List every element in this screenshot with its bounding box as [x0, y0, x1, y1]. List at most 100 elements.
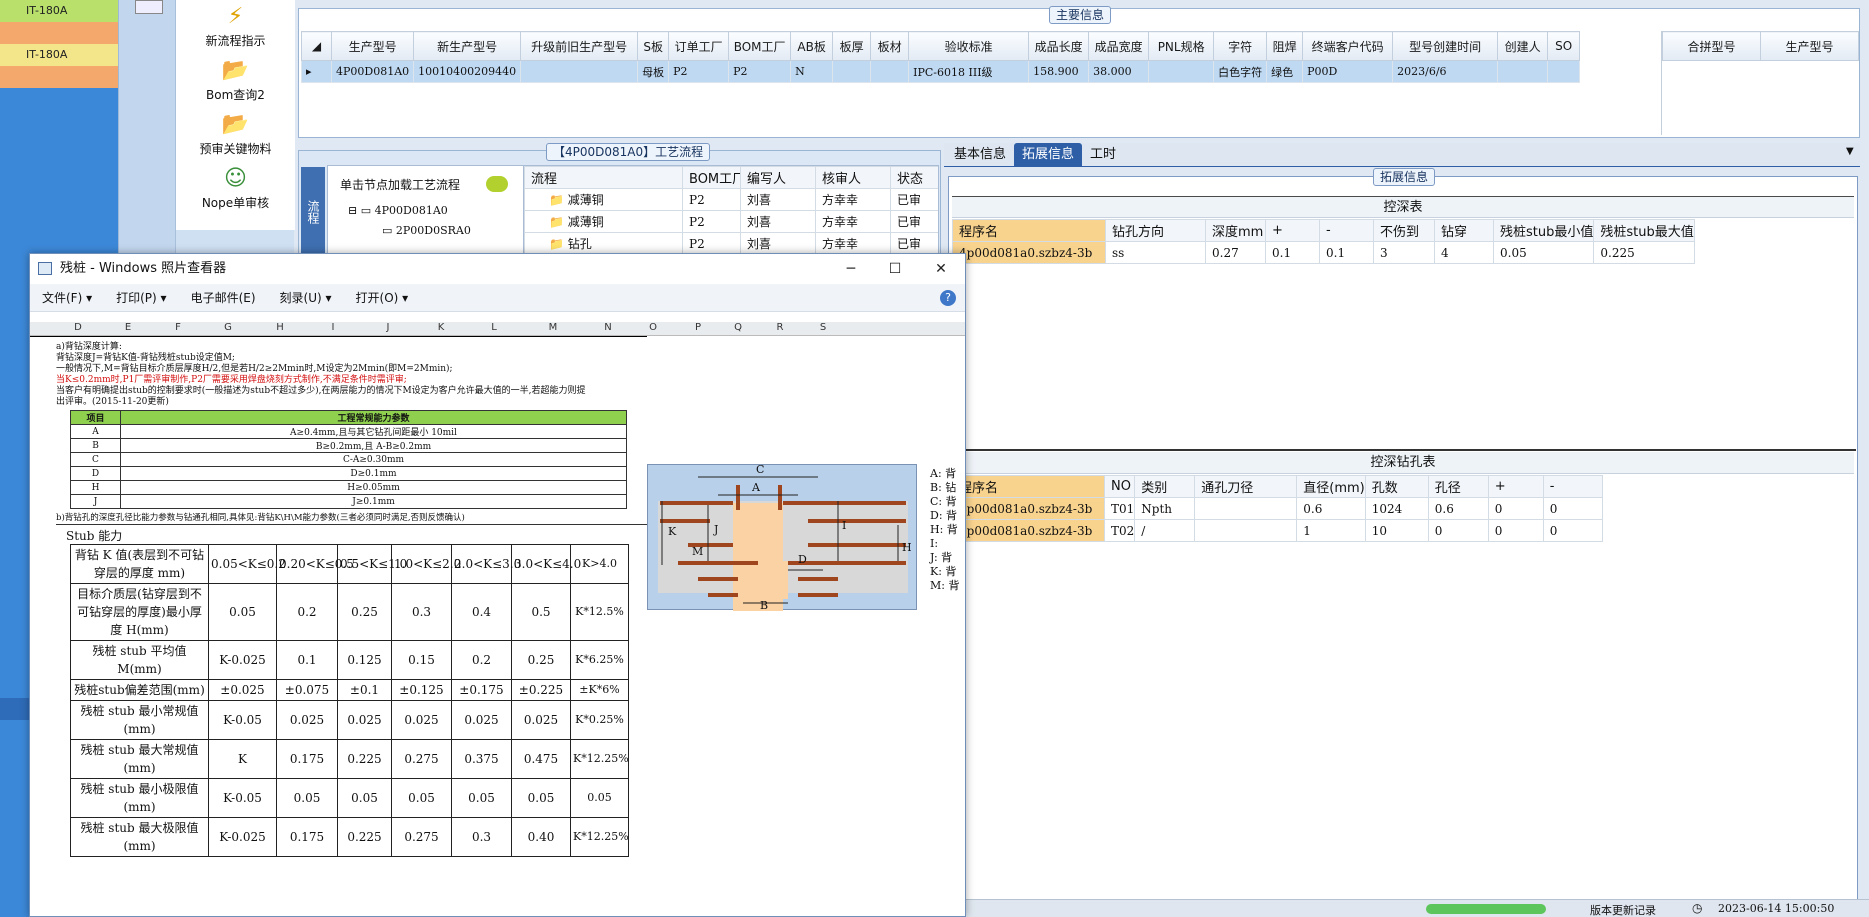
column-header[interactable]: 钻孔方向 [1105, 219, 1206, 242]
column-header[interactable]: 钻穿 [1434, 219, 1494, 242]
status-text[interactable]: 版本更新记录 [1590, 902, 1656, 917]
chevron-down-icon[interactable]: ▼ [1846, 146, 1854, 157]
table-cell[interactable]: P2 [728, 60, 792, 83]
table-cell[interactable]: 白色字符 [1213, 60, 1268, 83]
minimize-button[interactable]: ─ [829, 254, 873, 284]
tree-node[interactable]: ▭ 2P00D0SRA0 [382, 224, 471, 237]
list-item[interactable] [0, 66, 118, 88]
table-cell[interactable]: P00D [1302, 60, 1394, 83]
column-header[interactable]: 型号创建时间 [1392, 31, 1499, 61]
table-cell[interactable]: 4P00D081A0 [330, 60, 415, 83]
table-row[interactable]: 4p00d081a0.szbz4-3b T01 Npth 0.6 1024 0.6 0 0 [952, 497, 1603, 520]
table-cell[interactable]: 38.000 [1088, 60, 1150, 83]
table-cell[interactable]: 0.1 [1265, 241, 1320, 264]
table-cell[interactable] [1497, 60, 1549, 83]
column-header[interactable]: 编写人 [740, 166, 816, 189]
sidebar-item-bom-query[interactable]: 📂 Bom查询2 [176, 58, 295, 103]
list-item[interactable]: IT-180A [0, 44, 118, 66]
window-titlebar[interactable]: 残桩 - Windows 照片查看器 [30, 254, 965, 284]
table-row[interactable]: 📁 钻孔 P2 刘喜 方幸幸 已审 [524, 232, 938, 255]
table-cell[interactable]: N [790, 60, 834, 83]
table-cell[interactable]: P2 [668, 60, 730, 83]
column-header[interactable]: NO [1103, 475, 1136, 498]
menu-open[interactable]: 打开(O) ▾ [344, 284, 421, 312]
table-cell[interactable] [832, 60, 872, 83]
column-header[interactable]: 核审人 [815, 166, 891, 189]
column-header[interactable]: + [1265, 219, 1320, 242]
column-header[interactable]: 阻焊 [1266, 31, 1304, 61]
column-header[interactable]: SO [1547, 31, 1581, 61]
column-header[interactable]: - [1319, 219, 1374, 242]
list-item[interactable]: IT-180A [0, 0, 118, 22]
column-header[interactable]: 状态 [890, 166, 938, 189]
column-header[interactable]: 生产型号 [1760, 31, 1859, 61]
table-cell[interactable]: 0.05 [1492, 241, 1595, 264]
column-header[interactable]: 通孔刀径 [1194, 475, 1298, 498]
table-cell[interactable]: ss [1105, 241, 1206, 264]
column-header[interactable]: 验收标准 [908, 31, 1030, 61]
column-header[interactable]: 终端客户代码 [1302, 31, 1394, 61]
table-cell[interactable] [1547, 60, 1581, 83]
table-cell[interactable]: 10010400209440 [413, 60, 522, 83]
printer-icon[interactable] [135, 0, 163, 14]
table-cell[interactable]: 4 [1434, 241, 1494, 264]
column-header[interactable]: 升级前旧生产型号 [520, 31, 639, 61]
column-header[interactable]: 残桩stub最大值 [1593, 219, 1695, 242]
column-header[interactable]: 生产型号 [330, 31, 415, 61]
table-cell[interactable]: 158.900 [1028, 60, 1090, 83]
column-header[interactable]: 板材 [870, 31, 910, 61]
column-header[interactable]: 孔数 [1364, 475, 1429, 498]
column-header[interactable]: 流程 [524, 166, 683, 189]
menu-file[interactable]: 文件(F) ▾ [30, 284, 104, 312]
table-cell[interactable]: IPC-6018 III级 [908, 60, 1030, 83]
list-item[interactable] [0, 22, 118, 44]
column-header[interactable]: 字符 [1213, 31, 1268, 61]
column-header[interactable]: BOM工厂 [728, 31, 792, 61]
column-header[interactable]: 程序名 [952, 475, 1105, 498]
menu-email[interactable]: 电子邮件(E) [179, 284, 268, 312]
column-header[interactable]: 成品长度 [1028, 31, 1090, 61]
column-header[interactable]: 板厚 [832, 31, 872, 61]
close-button[interactable]: ✕ [919, 254, 963, 284]
row-selector-header[interactable]: ◢ [301, 31, 332, 61]
tree-node[interactable]: ⊟ ▭ 4P00D081A0 [348, 204, 448, 217]
table-cell[interactable] [1148, 60, 1215, 83]
help-icon[interactable]: ? [940, 290, 956, 306]
row-selector[interactable]: ▸ [301, 60, 332, 83]
table-cell[interactable]: 母板 [637, 60, 670, 83]
tab-basic-info[interactable]: 基本信息 [946, 143, 1014, 167]
table-cell[interactable]: 3 [1373, 241, 1435, 264]
column-header[interactable]: 类别 [1134, 475, 1196, 498]
column-header[interactable]: 创建人 [1497, 31, 1549, 61]
sidebar-item-pre-review[interactable]: 📂 预审关键物料 [176, 112, 295, 157]
table-row[interactable]: 4p00d081a0.szbz4-3b T02/1 10 0 0 0 [952, 519, 1603, 542]
table-cell[interactable] [870, 60, 910, 83]
column-header[interactable]: BOM工厂 [682, 166, 741, 189]
tab-work-hours[interactable]: 工时 [1082, 143, 1124, 167]
sidebar-item-nope-review[interactable]: ☺ Nope单审核 [176, 166, 295, 211]
maximize-button[interactable]: ☐ [873, 254, 917, 284]
tab-ext-info[interactable]: 拓展信息 [1014, 143, 1083, 167]
column-header[interactable]: 残桩stub最小值 [1492, 219, 1595, 242]
table-cell[interactable]: 0.27 [1205, 241, 1266, 264]
menu-burn[interactable]: 刻录(U) ▾ [268, 284, 344, 312]
table-cell[interactable]: 绿色 [1266, 60, 1304, 83]
column-header[interactable]: 直径(mm) [1296, 475, 1366, 498]
column-header[interactable]: 程序名 [952, 219, 1106, 242]
menu-print[interactable]: 打印(P) ▾ [104, 284, 178, 312]
table-cell[interactable] [520, 60, 639, 83]
table-cell[interactable]: 2023/6/6 [1392, 60, 1499, 83]
column-header[interactable]: S板 [637, 31, 670, 61]
column-header[interactable]: 孔径 [1427, 475, 1489, 498]
column-header[interactable]: + [1487, 475, 1544, 498]
table-row[interactable]: 📁 减薄铜 P2 刘喜 方幸幸 已审 [524, 210, 938, 233]
column-header[interactable]: 订单工厂 [668, 31, 730, 61]
sidebar-item-new-flow[interactable]: ⚡ 新流程指示 [176, 4, 295, 49]
column-header[interactable]: 成品宽度 [1088, 31, 1150, 61]
table-cell[interactable]: 0.225 [1593, 241, 1695, 264]
column-header[interactable]: 深度mm [1205, 219, 1266, 242]
column-header[interactable]: 合拼型号 [1662, 31, 1761, 61]
table-cell[interactable]: 4p00d081a0.szbz4-3b [952, 241, 1106, 264]
column-header[interactable]: AB板 [790, 31, 834, 61]
column-header[interactable]: 新生产型号 [413, 31, 522, 61]
